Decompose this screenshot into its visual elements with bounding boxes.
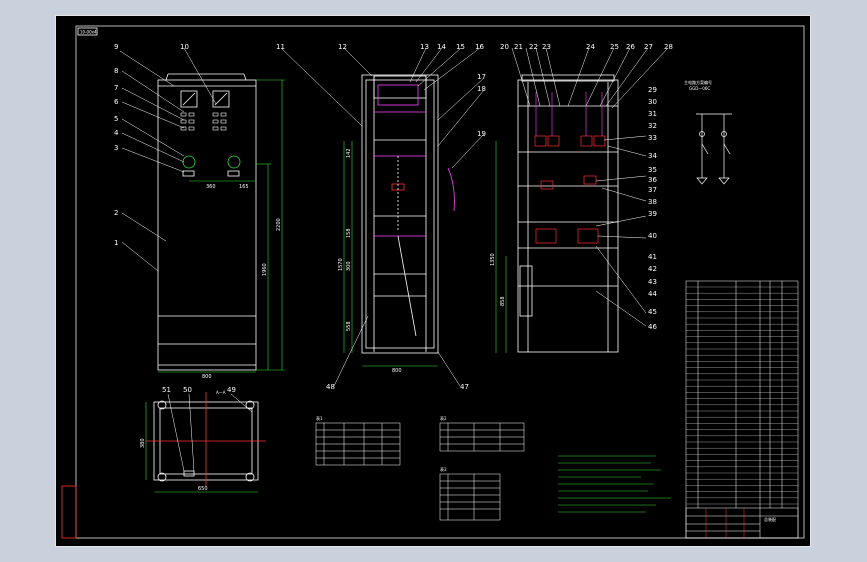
- rear-frame: [517, 79, 619, 353]
- rear-side-callouts: 29 30 31 32 33 34 35 36 37 38 39 40 41 42 43 44 45 46: [648, 86, 657, 331]
- callout-29: 29: [648, 86, 657, 94]
- callout-22: 22: [529, 43, 538, 51]
- callout-13: 13: [420, 43, 429, 51]
- callout-46: 46: [648, 323, 657, 331]
- left-margin-block: [61, 485, 77, 539]
- callout-33: 33: [648, 134, 657, 142]
- callout-31: 31: [648, 110, 657, 118]
- bottom-callouts: 48 47: [326, 383, 469, 391]
- callout-41: 41: [648, 253, 657, 261]
- dim-plan-depth: 380: [140, 438, 146, 448]
- callout-1: 1: [114, 239, 118, 247]
- callout-35: 35: [648, 166, 657, 174]
- dim-rear-h2: 858: [500, 296, 506, 306]
- callout-11: 11: [276, 43, 285, 51]
- wiring-code: GGD—06C: [689, 86, 710, 91]
- callout-44: 44: [648, 290, 657, 298]
- callout-7: 7: [114, 84, 118, 92]
- callout-47: 47: [460, 383, 469, 391]
- callout-49: 49: [227, 386, 236, 394]
- table-1-label: 表1: [316, 415, 323, 421]
- table-3: [439, 473, 501, 521]
- dim-plan-width: 650: [198, 486, 208, 492]
- callout-45: 45: [648, 308, 657, 316]
- callout-15: 15: [456, 43, 465, 51]
- callout-40: 40: [648, 232, 657, 240]
- callout-36: 36: [648, 176, 657, 184]
- side-view: [280, 47, 485, 387]
- callout-2: 2: [114, 209, 118, 217]
- callout-39: 39: [648, 210, 657, 218]
- callout-37: 37: [648, 186, 657, 194]
- callout-42: 42: [648, 265, 657, 273]
- dim-front-width: 800: [202, 374, 212, 380]
- side-callouts: 11 12 13 14 15 16 17 18 19: [276, 43, 486, 138]
- callout-20: 20: [500, 43, 509, 51]
- callout-38: 38: [648, 198, 657, 206]
- callout-9: 9: [114, 43, 118, 51]
- callout-5: 5: [114, 115, 118, 123]
- title-block-stamp: 总装配: [764, 516, 776, 522]
- front-view: [119, 47, 285, 373]
- table-3-label: 表3: [440, 466, 447, 472]
- dim-front-h1: 2200: [276, 218, 282, 231]
- callout-19: 19: [477, 130, 486, 138]
- callout-4: 4: [114, 129, 119, 137]
- table-2-label: 表2: [440, 415, 447, 421]
- table-1: [315, 422, 401, 466]
- callout-21: 21: [514, 43, 523, 51]
- callout-27: 27: [644, 43, 653, 51]
- callout-10: 10: [180, 43, 189, 51]
- dim-side-s3: 300: [346, 261, 352, 271]
- callout-3: 3: [114, 144, 118, 152]
- dim-rear-h1: 1350: [490, 253, 496, 266]
- callout-24: 24: [586, 43, 595, 51]
- table-2: [439, 422, 525, 452]
- callout-32: 32: [648, 122, 657, 130]
- dim-side-s2: 158: [346, 228, 352, 238]
- dim-front-inner-a: 360: [206, 184, 216, 190]
- callout-18: 18: [477, 85, 486, 93]
- plan-section-label: A—A: [216, 390, 226, 395]
- callout-30: 30: [648, 98, 657, 106]
- callout-14: 14: [437, 43, 446, 51]
- drawing-tag: 10-00x4: [80, 30, 97, 35]
- callout-16: 16: [475, 43, 484, 51]
- callout-23: 23: [542, 43, 551, 51]
- callout-8: 8: [114, 67, 118, 75]
- callout-34: 34: [648, 152, 657, 160]
- dim-front-inner-b: 165: [239, 184, 249, 190]
- callout-6: 6: [114, 98, 119, 106]
- callout-12: 12: [338, 43, 347, 51]
- title-block: [685, 507, 799, 539]
- callout-17: 17: [477, 73, 486, 81]
- callout-28: 28: [664, 43, 673, 51]
- switch-knob-2: [227, 155, 241, 169]
- dim-side-h1: 1570: [338, 258, 344, 271]
- dim-side-s1: 142: [346, 148, 352, 158]
- rear-view: [495, 47, 669, 353]
- callout-50: 50: [183, 386, 192, 394]
- wiring-title: 主电路方案编号: [684, 79, 712, 85]
- parts-list-rows: [686, 286, 798, 505]
- callout-43: 43: [648, 278, 657, 286]
- dim-side-width: 800: [392, 368, 402, 374]
- callout-26: 26: [626, 43, 635, 51]
- dim-front-h2: 1960: [262, 263, 268, 276]
- single-line-diagram: [696, 113, 732, 185]
- technical-notes: [558, 455, 671, 513]
- callout-51: 51: [162, 386, 171, 394]
- cad-drawing: 10-00x4 9 1087654321 11 12 13 14 15 16171819 2…: [61, 25, 805, 539]
- parts-list: [685, 280, 799, 539]
- callout-48: 48: [326, 383, 335, 391]
- drawing-sheet: 10-00x4 9 10 8 7 6 5 4 3 2 1 11 12 13 14 15 16 17 18 19 2…: [55, 15, 811, 547]
- dim-side-h2: 558: [346, 321, 352, 331]
- side-frame: [361, 74, 439, 354]
- rear-top-callouts: 20 21 22 23 24 25 26 27 28: [500, 43, 673, 51]
- switch-knob-1: [182, 155, 196, 169]
- plan-view: [145, 392, 266, 493]
- callout-25: 25: [610, 43, 619, 51]
